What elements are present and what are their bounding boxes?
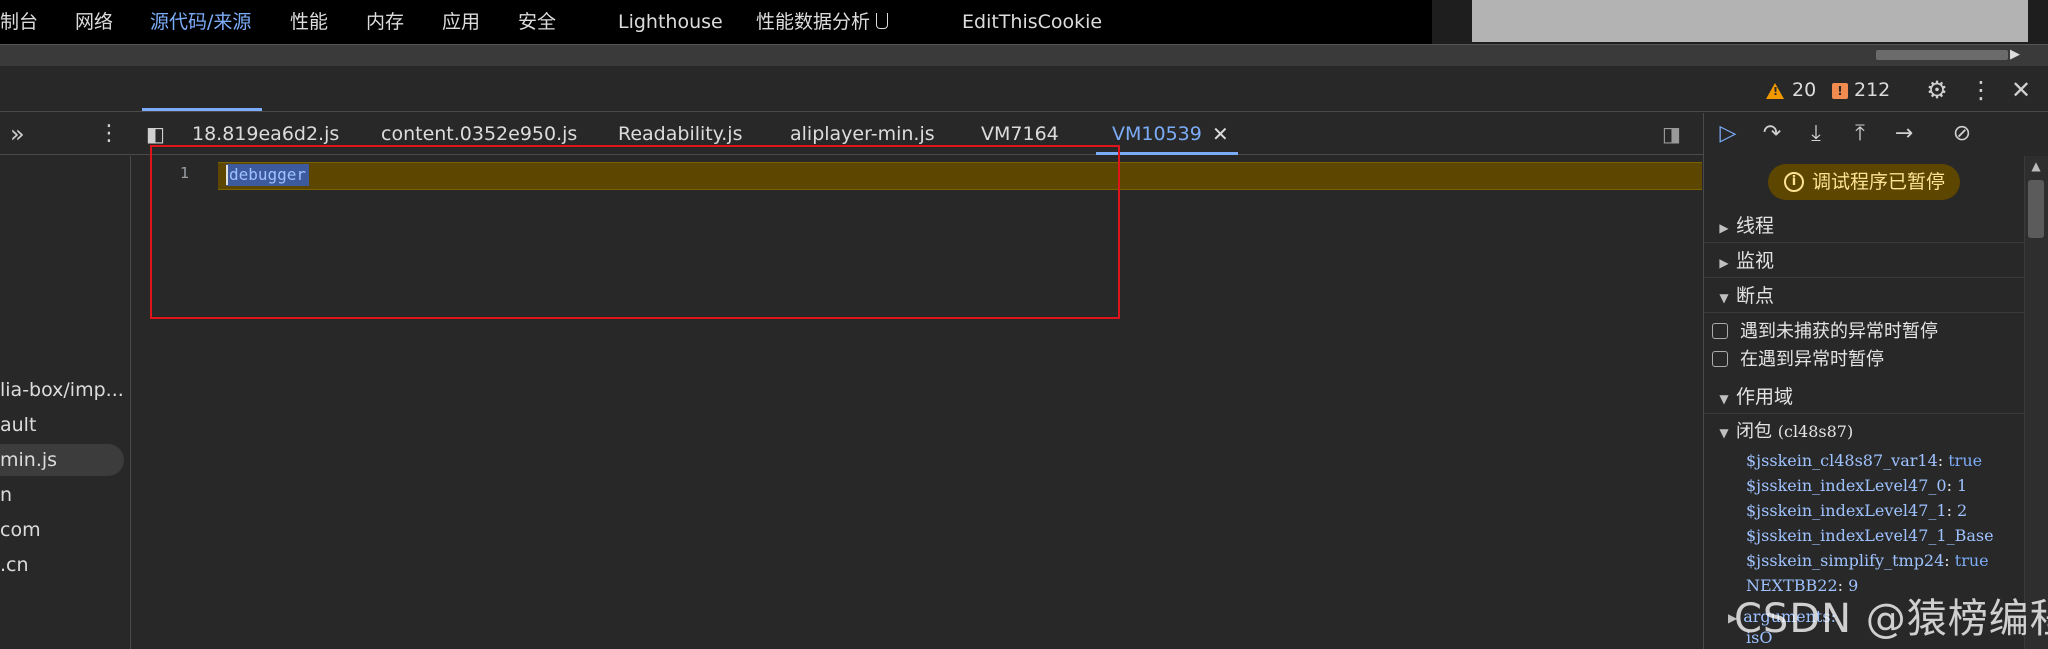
- navigator-item[interactable]: .cn: [0, 549, 29, 581]
- scope-var-key: $jsskein_indexLevel47_1: [1746, 501, 1947, 520]
- collapse-arrow-icon: ▼: [1719, 291, 1729, 305]
- navigator-item-selected[interactable]: min.js: [0, 444, 57, 476]
- vertical-scroll-thumb[interactable]: [2028, 180, 2044, 238]
- watermark: CSDN @猿榜编程: [1734, 596, 2048, 642]
- toggle-debugger-sidebar-icon[interactable]: ◨: [1662, 113, 1681, 155]
- scope-variable-row[interactable]: $jsskein_indexLevel47_1_Base: [1746, 523, 1994, 548]
- deactivate-breakpoints-icon[interactable]: ⊘: [1946, 113, 1978, 155]
- file-tab-vm10539[interactable]: VM10539: [1112, 113, 1202, 155]
- step-out-icon[interactable]: ⤒: [1844, 113, 1876, 155]
- expand-arrow-icon: ▶: [1719, 256, 1729, 270]
- navigator-item[interactable]: n: [0, 479, 12, 511]
- experiment-flask-icon: [876, 13, 889, 29]
- scope-var-key: $jsskein_simplify_tmp24: [1746, 551, 1945, 570]
- scope-var-value: 2: [1957, 501, 1968, 520]
- scope-var-value: true: [1954, 551, 1989, 570]
- section-threads[interactable]: ▶ 线程: [1704, 209, 2026, 243]
- section-breakpoints-label: 断点: [1736, 285, 1775, 307]
- section-watch[interactable]: ▶ 监视: [1704, 244, 2026, 278]
- closure-id: (cl48s87): [1777, 422, 1854, 441]
- section-threads-label: 线程: [1736, 215, 1775, 237]
- pause-uncaught-exceptions-option[interactable]: 遇到未捕获的异常时暂停: [1712, 318, 1938, 346]
- tab-memory[interactable]: 内存: [366, 0, 404, 44]
- pause-uncaught-label: 遇到未捕获的异常时暂停: [1740, 321, 1938, 342]
- tab-lighthouse[interactable]: Lighthouse: [618, 0, 723, 44]
- horizontal-scrollbar[interactable]: [0, 44, 2048, 66]
- more-options-icon[interactable]: ⋮: [1966, 68, 1996, 112]
- scope-var-key: $jsskein_indexLevel47_0: [1746, 476, 1947, 495]
- navigator-item[interactable]: com: [0, 514, 41, 546]
- close-tab-icon[interactable]: ✕: [1212, 113, 1229, 155]
- tab-network[interactable]: 网络: [75, 0, 113, 44]
- collapse-arrow-icon: ▼: [1719, 426, 1729, 440]
- tab-console[interactable]: 制台: [0, 0, 38, 44]
- step-icon[interactable]: →: [1888, 113, 1920, 155]
- scope-var-value: 1: [1957, 476, 1968, 495]
- section-watch-label: 监视: [1736, 250, 1775, 272]
- checkbox[interactable]: [1712, 351, 1728, 367]
- section-scope-label: 作用域: [1736, 386, 1794, 408]
- scope-var-value: true: [1948, 451, 1983, 470]
- tab-sources[interactable]: 源代码/来源: [150, 0, 251, 44]
- navigator-item[interactable]: ault: [0, 409, 36, 441]
- section-breakpoints[interactable]: ▼ 断点: [1704, 279, 2026, 313]
- tab-performance[interactable]: 性能: [290, 0, 328, 44]
- pause-caught-exceptions-option[interactable]: 在遇到异常时暂停: [1712, 346, 1884, 374]
- tab-editthiscookie[interactable]: EditThisCookie: [962, 0, 1102, 44]
- issue-count[interactable]: 212: [1854, 68, 1890, 112]
- more-tabs-chevron-icon[interactable]: »: [10, 113, 25, 155]
- closure-label: 闭包: [1736, 421, 1772, 442]
- collapse-arrow-icon: ▼: [1719, 392, 1729, 406]
- navigator-more-icon[interactable]: ⋮: [98, 113, 120, 155]
- checkbox[interactable]: [1712, 323, 1728, 339]
- step-into-icon[interactable]: ⤓: [1800, 113, 1832, 155]
- resume-icon[interactable]: ▷: [1712, 113, 1744, 155]
- expand-arrow-icon: ▶: [1719, 221, 1729, 235]
- paused-status-text: 调试程序已暂停: [1812, 171, 1946, 193]
- scope-variable-row[interactable]: $jsskein_cl48s87_var14: true: [1746, 448, 1982, 473]
- scope-variable-row[interactable]: $jsskein_indexLevel47_1: 2: [1746, 498, 1967, 523]
- scope-var-key: $jsskein_cl48s87_var14: [1746, 451, 1938, 470]
- close-devtools-icon[interactable]: ✕: [2006, 68, 2036, 112]
- info-icon: i: [1784, 172, 1804, 192]
- issue-flag-icon[interactable]: !: [1832, 83, 1848, 99]
- navigator-item[interactable]: lia-box/imp...: [0, 374, 124, 406]
- step-over-icon[interactable]: ↷: [1756, 113, 1788, 155]
- pause-caught-label: 在遇到异常时暂停: [1740, 349, 1884, 370]
- tab-performance-insights-label: 性能数据分析: [756, 11, 871, 33]
- scope-variable-row[interactable]: $jsskein_simplify_tmp24: true: [1746, 548, 1989, 573]
- tab-performance-insights[interactable]: 性能数据分析: [756, 0, 889, 44]
- closure-scope-row[interactable]: ▼ 闭包 (cl48s87): [1712, 418, 1853, 446]
- settings-gear-icon[interactable]: ⚙: [1922, 68, 1952, 112]
- active-tab-indicator: [142, 108, 262, 111]
- horizontal-scroll-thumb[interactable]: [1876, 50, 2008, 60]
- devtools-main-tabbar: [0, 68, 2048, 112]
- scope-var-key: $jsskein_indexLevel47_1_Base: [1746, 526, 1994, 545]
- section-scope[interactable]: ▼ 作用域: [1704, 380, 2026, 414]
- page-preview-block: [1472, 0, 2028, 42]
- tab-security[interactable]: 安全: [518, 0, 556, 44]
- scroll-up-icon[interactable]: ▲: [2026, 156, 2046, 176]
- scroll-right-icon[interactable]: ▶: [2004, 45, 2026, 65]
- annotation-highlight-box: [150, 145, 1120, 319]
- tab-application[interactable]: 应用: [442, 0, 480, 44]
- warning-icon[interactable]: [1766, 83, 1784, 99]
- warning-count[interactable]: 20: [1792, 68, 1816, 112]
- scope-variable-row[interactable]: $jsskein_indexLevel47_0: 1: [1746, 473, 1967, 498]
